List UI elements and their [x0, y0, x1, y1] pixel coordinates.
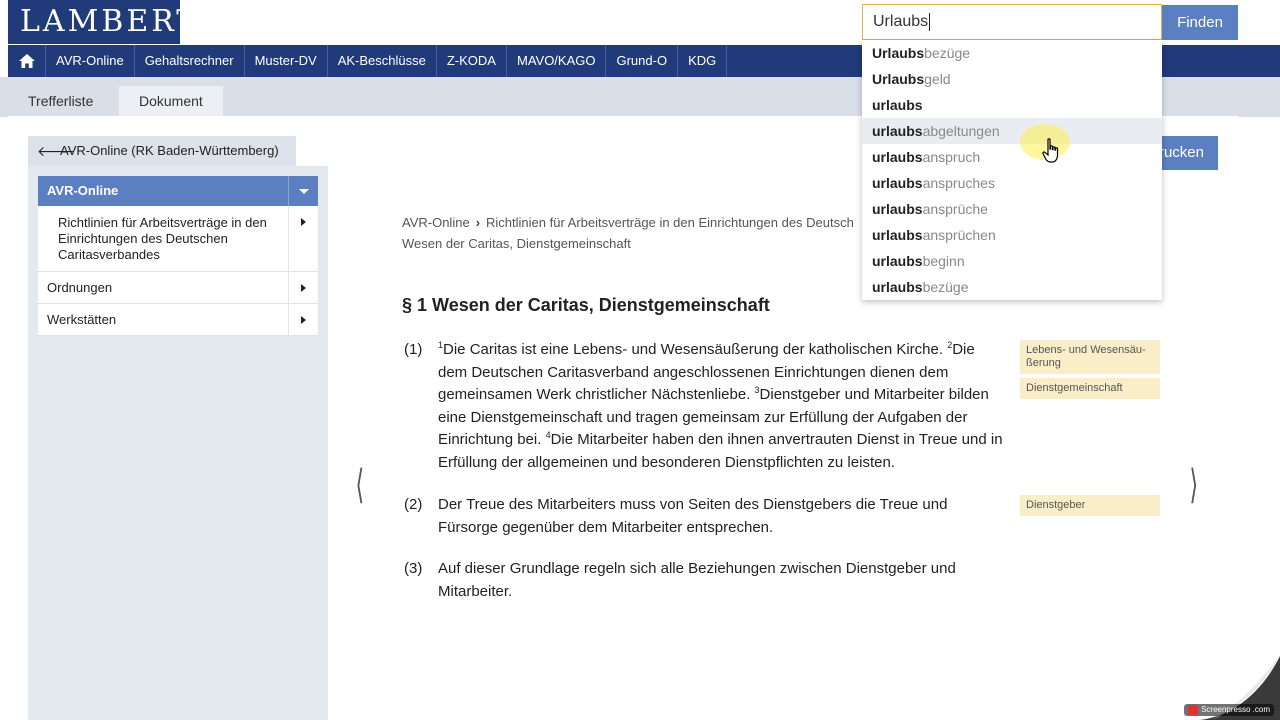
suggestion-match: urlaubs: [872, 201, 923, 217]
suggestion-rest: ansprüche: [922, 201, 988, 217]
paragraph-number: (1): [404, 341, 423, 358]
nav-item-ak-beschluesse[interactable]: AK-Beschlüsse: [328, 45, 437, 77]
keyword-tag[interactable]: Dienstgemeinschaft: [1020, 378, 1160, 399]
back-button[interactable]: 🡐 AVR-Online (RK Baden-Württemberg): [28, 136, 296, 166]
suggestion-item[interactable]: Urlaubsbezüge: [862, 40, 1162, 66]
search-input[interactable]: Urlaubs: [862, 4, 1162, 40]
nav-item-grund-o[interactable]: Grund-O: [606, 45, 679, 77]
suggestion-match: urlaubs: [872, 253, 923, 269]
suggestion-match: urlaubs: [872, 227, 923, 243]
tab-trefferliste[interactable]: Trefferliste: [8, 86, 113, 117]
suggestion-match: Urlaubs: [872, 45, 925, 61]
page-title: § 1 Wesen der Caritas, Dienstgemeinschaf…: [402, 295, 770, 315]
tree-item-label: Werkstätten: [47, 312, 117, 327]
paragraph-number: (3): [404, 560, 423, 577]
paragraph-text: 1Die Caritas ist eine Lebens- und Wesens…: [438, 339, 1003, 474]
chevron-right-icon[interactable]: [288, 304, 318, 335]
suggestion-item[interactable]: urlaubsansprüchen: [862, 222, 1162, 248]
previous-arrow-icon[interactable]: ⟨: [356, 462, 365, 508]
breadcrumb-root[interactable]: AVR-Online: [402, 215, 470, 230]
hand-cursor-icon: [1042, 138, 1059, 163]
suggestion-match: urlaubs: [872, 279, 923, 295]
breadcrumb-parent[interactable]: Richtlinien für Arbeitsverträge in den E…: [486, 215, 854, 230]
sidebar-tree: AVR-Online Richtlinien für Arbeitsverträ…: [38, 176, 318, 336]
back-label: AVR-Online (RK Baden-Württemberg): [60, 143, 279, 158]
suggestion-item[interactable]: urlaubsansprüche: [862, 196, 1162, 222]
nav-item-mavo-kago[interactable]: MAVO/KAGO: [507, 45, 607, 77]
arrow-left-icon: 🡐: [37, 143, 75, 159]
suggestion-item[interactable]: urlaubsanspruches: [862, 170, 1162, 196]
nav-item-kdg[interactable]: KDG: [678, 45, 728, 77]
breadcrumb-current: Wesen der Caritas, Dienstgemeinschaft: [402, 236, 631, 251]
tree-head-label: AVR-Online: [47, 183, 119, 198]
suggestion-item[interactable]: Urlaubsgeld: [862, 66, 1162, 92]
suggestion-rest: geld: [924, 71, 951, 87]
tree-item-ordnungen[interactable]: Ordnungen: [38, 272, 318, 304]
suggestion-match: urlaubs: [872, 149, 923, 165]
lambertus-logo[interactable]: LAMBERTUS: [8, 0, 248, 44]
suggestion-rest: abgeltungen: [922, 123, 1000, 139]
nav-item-muster-dv[interactable]: Muster-DV: [245, 45, 328, 77]
suggestion-item[interactable]: urlaubsanspruch: [862, 144, 1162, 170]
search-value: Urlaubs: [873, 13, 929, 30]
chevron-right-icon: ›: [475, 215, 481, 230]
paragraph-text: Auf dieser Grundlage regeln sich alle Be…: [438, 560, 956, 600]
suggestion-item[interactable]: urlaubsbezüge: [862, 274, 1162, 300]
nav-item-gehaltsrechner[interactable]: Gehaltsrechner: [135, 45, 245, 77]
keyword-tag[interactable]: Lebens- und Wesensäu-ßerung: [1020, 340, 1160, 374]
chevron-right-icon[interactable]: [288, 206, 318, 271]
chevron-right-icon[interactable]: [288, 272, 318, 303]
tree-item-label: Richtlinien für Arbeitsverträge in den E…: [58, 215, 267, 262]
suggestion-match: urlaubs: [872, 123, 923, 139]
suggestion-rest: ansprüchen: [922, 227, 996, 243]
suggestion-item[interactable]: urlaubsbeginn: [862, 248, 1162, 274]
tree-item-label: Ordnungen: [47, 280, 113, 295]
nav-home[interactable]: [8, 45, 46, 77]
sentence: Die Caritas ist eine Lebens- und Wesensä…: [443, 341, 948, 358]
home-icon: [18, 54, 35, 68]
breadcrumb: AVR-Online › Richtlinien für Arbeitsverträ…: [402, 212, 922, 254]
next-arrow-icon[interactable]: ⟩: [1190, 462, 1199, 508]
suggestion-rest: bezüge: [924, 45, 971, 61]
watermark-text: Screenpresso .com: [1201, 705, 1270, 715]
suggestion-rest: bezüge: [922, 279, 969, 295]
suggestion-rest: anspruches: [922, 175, 995, 191]
paragraph-number: (2): [404, 496, 423, 513]
suggestion-item-hovered[interactable]: urlaubsabgeltungen: [862, 118, 1162, 144]
suggestion-match: urlaubs: [872, 97, 923, 113]
suggestion-item[interactable]: urlaubs: [862, 92, 1162, 118]
keyword-tag[interactable]: Dienstgeber: [1020, 495, 1160, 516]
tree-item-werkstaetten[interactable]: Werkstätten: [38, 304, 318, 336]
tab-dokument[interactable]: Dokument: [119, 86, 223, 117]
nav-item-avr-online[interactable]: AVR-Online: [46, 45, 135, 77]
text-caret: [929, 12, 931, 31]
tree-item-avr-online[interactable]: AVR-Online: [38, 176, 318, 206]
suggestion-match: urlaubs: [872, 175, 923, 191]
chevron-down-icon[interactable]: [288, 176, 318, 206]
paragraph-text: Der Treue des Mitarbeiters muss von Seit…: [438, 496, 948, 536]
nav-item-z-koda[interactable]: Z-KODA: [437, 45, 507, 77]
tree-item-richtlinien[interactable]: Richtlinien für Arbeitsverträge in den E…: [38, 206, 318, 272]
search-button[interactable]: Finden: [1162, 5, 1238, 40]
suggestion-rest: anspruch: [922, 149, 981, 165]
suggestion-match: Urlaubs: [872, 71, 925, 87]
suggestion-rest: beginn: [922, 253, 965, 269]
autocomplete-dropdown: Urlaubsbezüge Urlaubsgeld urlaubs urlaub…: [862, 40, 1162, 300]
screenpresso-watermark: Screenpresso .com: [1184, 704, 1274, 716]
